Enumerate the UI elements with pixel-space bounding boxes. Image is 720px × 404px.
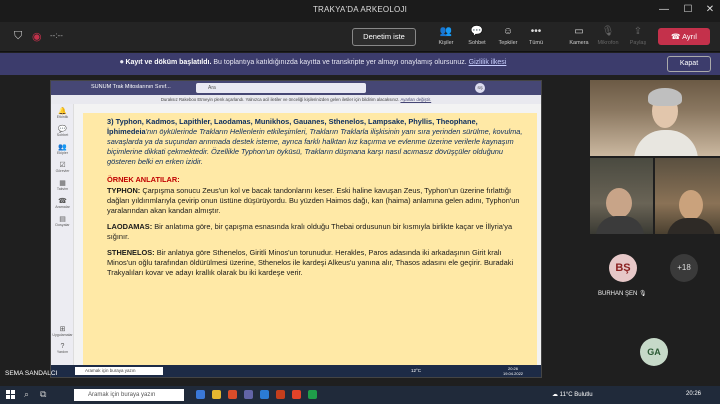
shared-taskbar-search: Aramak için buraya yazın — [75, 367, 163, 375]
chrome-icon[interactable] — [308, 390, 317, 399]
shared-search: Ara — [196, 83, 366, 93]
reaction-icon: ☺ — [502, 26, 514, 37]
explorer-icon[interactable] — [212, 390, 221, 399]
reactions-button[interactable]: ☺ Tepkiler — [494, 26, 522, 46]
firefox-icon[interactable] — [292, 390, 301, 399]
rail-help: ? Yardım — [51, 343, 74, 354]
shared-app-rail: 🔔 Etkinlik 💬 Sohbet 👥 Ekipler ☑ Görevler ▦ Ta… — [51, 95, 74, 365]
chat-button[interactable]: 💬 Sohbet — [463, 26, 491, 46]
people-icon: 👥 — [439, 26, 453, 37]
participant-avatar-ga[interactable]: GA — [640, 338, 668, 366]
mic-off-icon: 🎙 — [639, 291, 647, 297]
intro-paragraph: 3) Typhon, Kadmos, Lapithler, Laodamas, … — [107, 117, 523, 167]
more-button[interactable]: ••• Tümü — [522, 26, 550, 46]
entry-laodamas: LAODAMAS: Bir anlatıma göre, bir çapışma… — [107, 221, 513, 241]
share-button[interactable]: ⇪ Paylaş — [624, 26, 652, 46]
participant-avatar-bs[interactable]: BŞ — [609, 254, 637, 282]
chat-icon: 💬 — [58, 126, 67, 133]
mic-icon: 🎙 — [601, 26, 615, 37]
calendar-icon: ▦ — [59, 180, 66, 187]
participant-shirt — [634, 130, 698, 156]
window-title: TRAKYA'DA ARKEOLOJI — [312, 5, 408, 14]
maximize-icon[interactable]: ☐ — [682, 4, 694, 16]
participant-video-3[interactable] — [655, 158, 720, 234]
camera-button[interactable]: ▭ Kamera — [565, 26, 593, 46]
recording-banner: ⏺ Kayıt ve döküm başlatıldı. Bu toplantı… — [0, 53, 720, 75]
leave-button[interactable]: ☎ Ayrıl — [658, 28, 710, 45]
participant-video-1[interactable] — [590, 80, 720, 156]
title-bar: TRAKYA'DA ARKEOLOJI — ☐ ✕ — [0, 0, 720, 22]
rail-calendar: ▦ Takvim — [51, 179, 74, 191]
section-heading: ÖRNEK ANLATILAR: — [107, 175, 180, 185]
shared-avatar: SŞ — [475, 83, 485, 93]
file-icon: ▤ — [59, 216, 66, 223]
rail-teams: 👥 Ekipler — [51, 143, 74, 155]
rail-apps: ⊞ Uygulamalar — [52, 326, 73, 337]
rail-files: ▤ Dosyalar — [51, 215, 74, 227]
apps-icon: ⊞ — [59, 326, 66, 333]
share-icon: ⇪ — [633, 26, 643, 37]
shared-meeting-name: SUNUM Trak Mitoslarının Sınıf... — [91, 84, 171, 90]
presenter-name: SEMA SANDALCI — [5, 370, 58, 377]
participant-hair — [648, 88, 682, 106]
rail-tasks: ☑ Görevler — [51, 161, 74, 173]
shared-teams-header: SUNUM Trak Mitoslarının Sınıf... Ara SŞ — [51, 81, 541, 95]
help-icon: ? — [60, 343, 65, 350]
close-window-icon[interactable]: ✕ — [704, 4, 716, 16]
more-icon: ••• — [530, 26, 542, 37]
windows-start-icon[interactable] — [6, 390, 15, 399]
minimize-icon[interactable]: — — [658, 4, 670, 16]
rail-calls: ☎ Aramalar — [51, 197, 74, 209]
weather-widget[interactable]: ☁ 11°C Bulutlu — [552, 391, 593, 398]
close-banner-button[interactable]: Kapat — [667, 56, 711, 72]
cloud-icon: ☁ — [552, 392, 558, 398]
more-participants-button[interactable]: +18 — [670, 254, 698, 282]
task-view-icon[interactable]: ⧉ — [40, 389, 46, 400]
rail-activity: 🔔 Etkinlik — [51, 107, 74, 119]
entry-sthenelos: STHENELOS: Bir anlatıya göre Sthenelos, … — [107, 248, 514, 278]
request-control-button[interactable]: Denetim iste — [352, 28, 416, 46]
phone-icon: ☎ — [58, 198, 67, 205]
privacy-link[interactable]: Gizlilik ilkesi — [469, 59, 507, 66]
people-button[interactable]: 👥 Kişiler — [432, 26, 460, 46]
rail-chat: 💬 Sohbet — [51, 125, 74, 137]
shared-taskbar: Aramak için buraya yazın 12°C 20:26 19.04… — [51, 365, 541, 377]
document-slide: 3) Typhon, Kadmos, Lapithler, Laodamas, … — [83, 113, 537, 375]
shared-screen: SUNUM Trak Mitoslarının Sınıf... Ara SŞ … — [50, 80, 542, 378]
teams-icon: 👥 — [58, 144, 67, 151]
participant-face — [679, 190, 703, 220]
meeting-timer: --:-- — [50, 31, 63, 40]
shield-icon: ⛉ — [14, 30, 23, 42]
participant-shirt — [596, 216, 644, 234]
teams-icon[interactable] — [244, 390, 253, 399]
bell-icon: 🔔 — [58, 108, 67, 115]
mic-button[interactable]: 🎙 Mikrofon — [594, 26, 622, 46]
edge-icon[interactable] — [196, 390, 205, 399]
participant-face — [606, 188, 632, 218]
shared-taskbar-clock: 20:26 19.04.2022 — [503, 366, 524, 376]
camera-icon: ▭ — [574, 26, 584, 37]
participant-name: BURHAN ŞEN 🎙 — [598, 291, 647, 297]
phone-icon: ☎ — [671, 32, 683, 41]
word-icon[interactable] — [260, 390, 269, 399]
participant-shirt — [667, 218, 715, 234]
tasks-icon: ☑ — [59, 162, 66, 169]
taskbar-search-input[interactable]: Aramak için buraya yazın — [74, 389, 184, 401]
search-icon[interactable]: ⌕ — [24, 389, 29, 400]
windows-taskbar: ⌕ ⧉ Aramak için buraya yazın ☁ 11°C Bulu… — [0, 386, 720, 404]
recording-icon: ◉ — [32, 31, 42, 43]
entry-typhon: TYPHON: Çarpışma sonucu Zeus'un kol ve b… — [107, 185, 520, 215]
shared-notice: Duraksız Rakeboo Etmeyin plenk açarlandı… — [51, 95, 541, 104]
shared-taskbar-temp: 12°C — [411, 368, 422, 373]
chat-icon: 💬 — [470, 26, 484, 37]
powerpoint-icon[interactable] — [276, 390, 285, 399]
taskbar-clock[interactable]: 20:26 — [686, 391, 701, 397]
banner-text: ⏺ Kayıt ve döküm başlatıldı. Bu toplantı… — [120, 59, 507, 66]
office-icon[interactable] — [228, 390, 237, 399]
participant-video-2[interactable] — [590, 158, 653, 234]
